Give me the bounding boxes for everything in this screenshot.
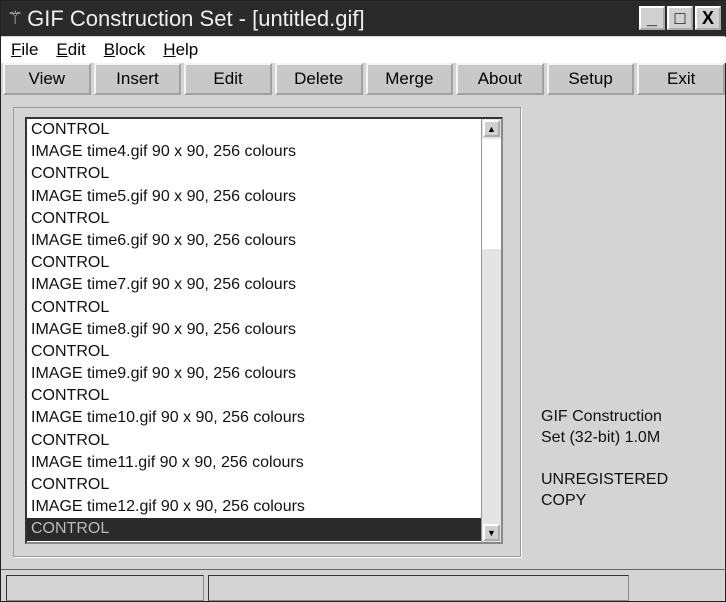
list-item[interactable]: IMAGE time9.gif 90 x 90, 256 colours	[27, 363, 501, 385]
maximize-button[interactable]: □	[667, 6, 693, 30]
status-bar	[1, 569, 726, 602]
scroll-thumb[interactable]	[482, 139, 501, 249]
list-item[interactable]: CONTROL	[27, 385, 501, 407]
list-item[interactable]: IMAGE time7.gif 90 x 90, 256 colours	[27, 274, 501, 296]
menu-bar: File Edit Block Help	[1, 37, 726, 63]
window-title: GIF Construction Set - [untitled.gif]	[27, 5, 365, 31]
exit-button[interactable]: Exit	[637, 63, 725, 95]
setup-button[interactable]: Setup	[546, 63, 635, 95]
list-item[interactable]: CONTROL	[27, 252, 501, 274]
info-line: Set (32-bit) 1.0M	[541, 429, 661, 446]
list-item[interactable]: CONTROL	[27, 208, 501, 230]
list-item[interactable]: IMAGE time12.gif 90 x 90, 256 colours	[27, 496, 501, 518]
minimize-button[interactable]: _	[639, 6, 665, 30]
title-bar: ⚚ GIF Construction Set - [untitled.gif] …	[1, 1, 726, 36]
vertical-scrollbar[interactable]: ▲ ▼	[481, 119, 501, 542]
about-button[interactable]: About	[456, 63, 544, 95]
menu-edit[interactable]: Edit	[56, 40, 85, 60]
list-item[interactable]: CONTROL	[27, 518, 501, 541]
status-panel	[208, 575, 629, 601]
registration-status: UNREGISTERED	[541, 471, 669, 488]
menu-file[interactable]: File	[11, 40, 38, 60]
list-item[interactable]: CONTROL	[27, 119, 501, 141]
list-item[interactable]: CONTROL	[27, 430, 501, 452]
list-item[interactable]: CONTROL	[27, 297, 501, 319]
toolbar: View Insert Edit Delete Merge About Setu…	[3, 63, 725, 95]
scroll-up-icon[interactable]: ▲	[483, 120, 500, 137]
list-item[interactable]: IMAGE time10.gif 90 x 90, 256 colours	[27, 407, 501, 429]
info-line: GIF Construction	[541, 408, 662, 425]
registration-status: COPY	[541, 492, 587, 509]
block-listbox[interactable]: CONTROL IMAGE time4.gif 90 x 90, 256 colo…	[25, 117, 503, 544]
merge-button[interactable]: Merge	[365, 63, 454, 95]
app-icon[interactable]: ⚚	[7, 8, 23, 29]
scroll-down-icon[interactable]: ▼	[483, 524, 500, 541]
list-item[interactable]: IMAGE time11.gif 90 x 90, 256 colours	[27, 452, 501, 474]
status-panel	[6, 575, 204, 601]
list-item[interactable]: IMAGE time8.gif 90 x 90, 256 colours	[27, 319, 501, 341]
version-info: GIF Construction Set (32-bit) 1.0M UNREG…	[541, 406, 668, 511]
delete-button[interactable]: Delete	[274, 63, 363, 95]
insert-button[interactable]: Insert	[93, 63, 182, 95]
edit-button[interactable]: Edit	[184, 63, 272, 95]
menu-help[interactable]: Help	[163, 40, 198, 60]
list-item[interactable]: IMAGE time6.gif 90 x 90, 256 colours	[27, 230, 501, 252]
menu-block[interactable]: Block	[104, 40, 146, 60]
view-button[interactable]: View	[3, 63, 91, 95]
list-item[interactable]: IMAGE time5.gif 90 x 90, 256 colours	[27, 186, 501, 208]
list-item[interactable]: CONTROL	[27, 341, 501, 363]
list-item[interactable]: IMAGE time4.gif 90 x 90, 256 colours	[27, 141, 501, 163]
list-item[interactable]: CONTROL	[27, 163, 501, 185]
list-item[interactable]: CONTROL	[27, 474, 501, 496]
close-button[interactable]: X	[695, 6, 721, 30]
